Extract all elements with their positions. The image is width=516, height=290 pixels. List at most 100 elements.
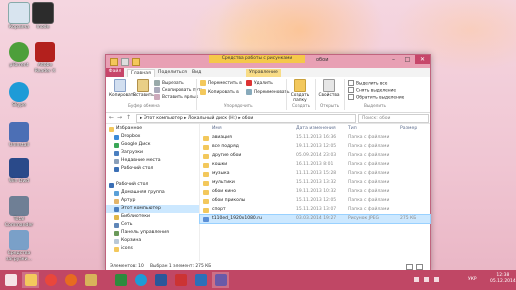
network-status-icon[interactable] bbox=[414, 277, 419, 282]
move-to-button[interactable]: Переместить в bbox=[200, 80, 242, 86]
nav-item-libraries[interactable]: Библиотеки bbox=[114, 213, 150, 221]
taskbar-spreadsheet[interactable] bbox=[112, 272, 129, 288]
nav-item-user[interactable]: Артур bbox=[114, 197, 135, 205]
taskbar-media[interactable] bbox=[172, 272, 189, 288]
settings-icon bbox=[214, 274, 227, 286]
paste-shortcut-icon bbox=[154, 94, 160, 100]
nav-item-recent-places[interactable]: Недавние места bbox=[114, 157, 161, 165]
folder-icon[interactable] bbox=[110, 58, 118, 66]
forward-button[interactable]: → bbox=[117, 114, 122, 122]
desktop-icon-skype[interactable]: Skype bbox=[0, 82, 38, 109]
file-row[interactable]: обои приколы 15.11.2013 12:05 Папка с фа… bbox=[200, 197, 430, 205]
taskbar-browser[interactable] bbox=[62, 272, 79, 288]
file-row[interactable]: обои кино 19.11.2013 10:32 Папка с файла… bbox=[200, 188, 430, 196]
taskbar-chrome[interactable] bbox=[42, 272, 59, 288]
file-row-selected[interactable]: t110ed_1920x1080.ru 03.03.2014 19:27 Рис… bbox=[199, 214, 431, 224]
checkbox-icon bbox=[348, 94, 354, 100]
taskbar-word[interactable] bbox=[152, 272, 169, 288]
nav-item-desktop-root[interactable]: Рабочий стол bbox=[109, 181, 148, 189]
select-none-button[interactable]: Снять выделение bbox=[348, 87, 396, 94]
close-button[interactable]: ✕ bbox=[415, 55, 430, 64]
folder-icon bbox=[203, 145, 209, 150]
taskbar-settings[interactable] bbox=[212, 272, 229, 288]
ribbon-tabs: Файл Главная Поделиться Вид Управление bbox=[106, 68, 430, 78]
minimize-button[interactable]: – bbox=[387, 55, 400, 64]
nav-item-control-panel[interactable]: Панель управления bbox=[114, 229, 169, 237]
column-header-date[interactable]: Дата изменения bbox=[296, 124, 336, 133]
file-row[interactable]: спорт 15.11.2013 13:07 Папка с файлами bbox=[200, 206, 430, 214]
title-bar[interactable]: Средства работы с рисунками обои – □ ✕ bbox=[106, 55, 430, 68]
file-row[interactable]: кошки 16.11.2013 8:01 Папка с файлами bbox=[200, 161, 430, 169]
desktop-icon-inode[interactable]: Inode bbox=[24, 2, 62, 31]
start-button[interactable] bbox=[2, 272, 19, 288]
navigation-pane: Избранное Dropbox Google Диск Загрузки Н… bbox=[106, 124, 200, 261]
select-all-button[interactable]: Выделить все bbox=[348, 80, 387, 87]
search-input[interactable]: Поиск: обои bbox=[358, 114, 429, 123]
up-button[interactable]: ↑ bbox=[126, 114, 131, 122]
invert-selection-button[interactable]: Обратить выделение bbox=[348, 94, 404, 101]
nav-item-network[interactable]: Сеть bbox=[114, 221, 132, 229]
file-row[interactable]: все подряд 19.11.2013 12:05 Папка с файл… bbox=[200, 143, 430, 151]
nav-item-homegroup[interactable]: Домашняя группа bbox=[114, 189, 165, 197]
desktop-icon-download-tool[interactable]: Средства загрузки... bbox=[0, 230, 38, 262]
desktop-icon-windvd[interactable]: Win Dwd bbox=[0, 158, 38, 185]
delete-icon bbox=[246, 80, 252, 86]
nav-item-recycle-bin[interactable]: Корзина bbox=[114, 237, 141, 245]
taskbar-skype[interactable] bbox=[132, 272, 149, 288]
breadcrumb[interactable]: ▸ Этот компьютер ▸ Локальный диск (H:) ▸… bbox=[136, 114, 356, 123]
ribbon: Копировать Вставить Вырезать Скопировать… bbox=[106, 77, 430, 113]
scissors-icon bbox=[154, 80, 160, 86]
browser-icon bbox=[64, 274, 77, 286]
file-row[interactable]: музыка 11.11.2013 15:28 Папка с файлами bbox=[200, 170, 430, 178]
paste-shortcut-button[interactable]: Вставить ярлык bbox=[154, 94, 198, 100]
paste-button[interactable]: Вставить bbox=[133, 79, 154, 98]
nav-item-downloads[interactable]: Загрузки bbox=[114, 149, 143, 157]
taskbar-photos[interactable] bbox=[192, 272, 209, 288]
desktop-icon-total-commander[interactable]: Total Commander bbox=[0, 196, 38, 228]
quick-access-toolbar bbox=[110, 58, 140, 66]
media-icon bbox=[174, 274, 187, 286]
paste-icon bbox=[137, 79, 149, 92]
battery-icon[interactable] bbox=[434, 277, 439, 282]
properties-icon[interactable] bbox=[121, 58, 129, 66]
new-folder-button[interactable]: Создать папку bbox=[289, 79, 311, 103]
nav-item-desktop[interactable]: Рабочий стол bbox=[114, 165, 153, 173]
nav-item-icons[interactable]: icons bbox=[114, 245, 133, 253]
tab-view[interactable]: Вид bbox=[192, 69, 201, 77]
tab-manage[interactable]: Управление bbox=[246, 69, 281, 77]
column-header-name[interactable]: Имя bbox=[212, 124, 222, 133]
copy-button[interactable]: Копировать bbox=[109, 79, 136, 98]
properties-button[interactable]: Свойства bbox=[318, 79, 340, 98]
file-row[interactable]: мультики 15.11.2013 13:32 Папка с файлам… bbox=[200, 179, 430, 187]
desktop-icon-adobe-reader[interactable]: Adobe Reader X bbox=[26, 42, 64, 74]
new-folder-icon bbox=[294, 79, 306, 92]
maximize-button[interactable]: □ bbox=[401, 55, 414, 64]
delete-button[interactable]: Удалить bbox=[246, 80, 273, 86]
file-row[interactable]: другие обои 05.09.2014 23:03 Папка с фай… bbox=[200, 152, 430, 160]
nav-item-google-drive[interactable]: Google Диск bbox=[114, 141, 151, 149]
volume-icon[interactable] bbox=[424, 277, 429, 282]
tab-file[interactable]: Файл bbox=[106, 68, 124, 77]
column-header-type[interactable]: Тип bbox=[348, 124, 357, 133]
back-button[interactable]: ← bbox=[109, 114, 114, 122]
total-commander-icon bbox=[9, 196, 29, 216]
file-row[interactable]: авиация 15.11.2013 16:36 Папка с файлами bbox=[200, 134, 430, 142]
new-folder-icon[interactable] bbox=[132, 58, 140, 66]
rename-button[interactable]: Переименовать bbox=[246, 89, 290, 95]
skype-icon bbox=[9, 82, 29, 102]
copy-to-button[interactable]: Копировать в bbox=[200, 89, 239, 95]
taskbar-file-explorer[interactable] bbox=[22, 272, 39, 288]
nav-item-dropbox[interactable]: Dropbox bbox=[114, 133, 140, 141]
nav-item-favorites[interactable]: Избранное bbox=[109, 125, 142, 133]
tab-share[interactable]: Поделиться bbox=[158, 69, 187, 77]
clock[interactable]: 12:38 05.12.2014 bbox=[490, 273, 516, 285]
image-file-icon bbox=[203, 217, 209, 222]
desktop-icon-uninstall[interactable]: Uninstall bbox=[0, 122, 38, 149]
cut-button[interactable]: Вырезать bbox=[154, 80, 184, 86]
keyboard-language[interactable]: УКР bbox=[468, 277, 477, 282]
ribbon-separator bbox=[315, 79, 316, 110]
column-header-size[interactable]: Размер bbox=[400, 124, 417, 133]
nav-item-this-pc[interactable]: Этот компьютер bbox=[106, 205, 199, 213]
context-tab-header: Средства работы с рисунками bbox=[209, 55, 305, 63]
taskbar-app-1[interactable] bbox=[82, 272, 99, 288]
